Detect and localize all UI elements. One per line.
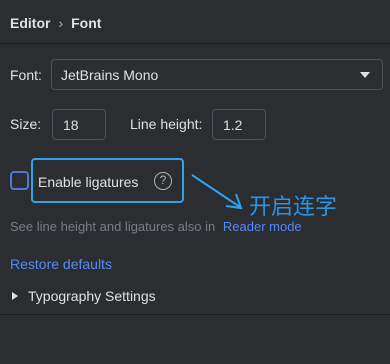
chevron-down-icon xyxy=(360,72,370,78)
help-icon[interactable]: ? xyxy=(154,172,172,190)
settings-panel: Editor › Font Font: JetBrains Mono Size:… xyxy=(0,0,390,364)
annotation-arrow-icon xyxy=(191,174,243,210)
hint-text: See line height and ligatures also in xyxy=(10,219,216,234)
typography-settings-toggle[interactable]: Typography Settings xyxy=(12,288,156,304)
ligatures-hint: See line height and ligatures also in Re… xyxy=(10,219,302,234)
ligatures-checkbox[interactable] xyxy=(10,171,29,190)
size-label: Size: xyxy=(10,116,42,132)
breadcrumb-editor[interactable]: Editor xyxy=(10,15,50,31)
font-select[interactable]: JetBrains Mono xyxy=(51,59,383,90)
breadcrumb: Editor › Font xyxy=(10,13,101,33)
reader-mode-link[interactable]: Reader mode xyxy=(223,219,302,234)
size-value: 18 xyxy=(63,116,79,133)
section-divider xyxy=(0,314,390,315)
font-label: Font: xyxy=(10,67,42,83)
chevron-right-icon xyxy=(12,292,18,300)
typography-settings-label: Typography Settings xyxy=(28,288,156,304)
font-select-value: JetBrains Mono xyxy=(61,66,159,83)
line-height-value: 1.2 xyxy=(223,116,243,133)
breadcrumb-font: Font xyxy=(71,15,102,31)
breadcrumb-separator: › xyxy=(58,15,64,31)
ligatures-label[interactable]: Enable ligatures xyxy=(38,174,138,190)
restore-defaults-link[interactable]: Restore defaults xyxy=(10,256,112,272)
annotation-text: 开启连字 xyxy=(249,195,338,220)
line-height-input[interactable]: 1.2 xyxy=(212,109,266,140)
size-input[interactable]: 18 xyxy=(52,109,106,140)
line-height-label: Line height: xyxy=(130,116,203,132)
header-divider xyxy=(0,43,390,44)
